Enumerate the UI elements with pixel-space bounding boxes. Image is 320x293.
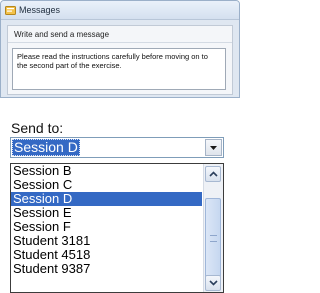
list-item[interactable]: Session C — [11, 178, 202, 192]
scrollbar-thumb[interactable] — [205, 198, 221, 278]
dropdown-button[interactable] — [205, 139, 222, 156]
chevron-up-icon — [208, 171, 218, 177]
list-item[interactable]: Student 9387 — [11, 262, 202, 276]
list-item-selected[interactable]: Session D — [11, 192, 202, 206]
list-item[interactable]: Session B — [11, 164, 202, 178]
grip-icon — [210, 235, 217, 242]
compose-group-label: Write and send a message — [14, 30, 110, 39]
message-line: the second part of the exercise. — [17, 61, 122, 70]
send-to-label: Send to: — [11, 120, 64, 136]
messages-window: Messages Write and send a message Please… — [0, 0, 240, 98]
messages-app-icon — [5, 5, 16, 15]
group-divider — [8, 42, 232, 43]
scroll-down-button[interactable] — [205, 275, 221, 291]
send-to-dropdown-list[interactable]: Session B Session C Session D Session E … — [10, 163, 224, 293]
chevron-down-icon — [210, 145, 217, 150]
list-item[interactable]: Session F — [11, 220, 202, 234]
list-item[interactable]: Student 4518 — [11, 248, 202, 262]
send-to-combobox[interactable]: Session D — [10, 137, 224, 158]
chevron-down-icon — [208, 280, 218, 286]
list-item[interactable]: Student 3181 — [11, 234, 202, 248]
list-item[interactable]: Session E — [11, 206, 202, 220]
compose-group: Write and send a message Please read the… — [7, 25, 233, 95]
window-title: Messages — [19, 5, 61, 15]
vertical-scrollbar[interactable] — [203, 164, 223, 292]
scroll-up-button[interactable] — [205, 166, 221, 182]
send-to-selected-value[interactable]: Session D — [12, 139, 80, 156]
title-bar[interactable]: Messages — [1, 1, 239, 20]
message-textarea[interactable]: Please read the instructions carefully b… — [12, 48, 226, 90]
message-line: Please read the instructions carefully b… — [17, 52, 208, 61]
